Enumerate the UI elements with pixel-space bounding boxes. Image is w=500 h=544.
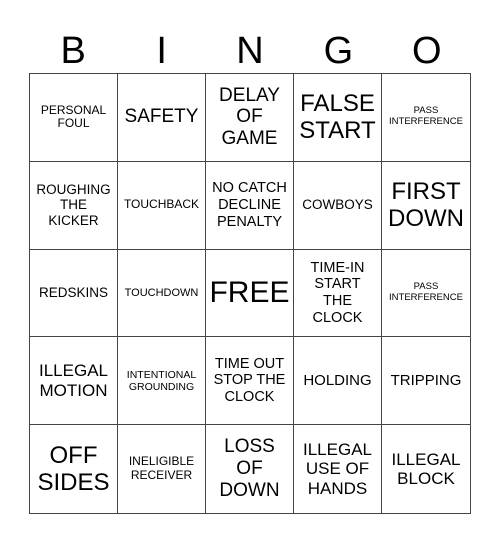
bingo-cell[interactable]: FIRST DOWN xyxy=(382,162,470,250)
bingo-cell[interactable]: ILLEGAL MOTION xyxy=(30,337,118,426)
bingo-cell[interactable]: DELAY OF GAME xyxy=(206,74,294,162)
header-letter-g: G xyxy=(323,30,354,72)
bingo-cell[interactable]: COWBOYS xyxy=(294,161,382,250)
bingo-header: B I N G O xyxy=(29,30,471,72)
bingo-cell[interactable]: ILLEGAL USE OF HANDS xyxy=(294,425,382,513)
bingo-cell[interactable]: TIME-IN START THE CLOCK xyxy=(294,249,382,338)
bingo-cell[interactable]: FREE xyxy=(206,249,294,338)
header-letter-b: B xyxy=(60,30,86,72)
bingo-cell[interactable]: PASS INTERFERENCE xyxy=(382,74,470,162)
bingo-cell[interactable]: TIME OUT STOP THE CLOCK xyxy=(206,337,294,426)
header-letter-i: I xyxy=(156,30,167,72)
bingo-cell[interactable]: TOUCHBACK xyxy=(118,161,206,250)
bingo-cell[interactable]: NO CATCH DECLINE PENALTY xyxy=(206,161,294,250)
bingo-cell[interactable]: ROUGHING THE KICKER xyxy=(30,161,118,250)
header-letter-o: O xyxy=(412,30,442,72)
bingo-cell[interactable]: INELIGIBLE RECEIVER xyxy=(118,425,206,513)
bingo-cell[interactable]: TOUCHDOWN xyxy=(118,249,206,338)
bingo-card: PERSONAL FOUL SAFETY DELAY OF GAME FALSE… xyxy=(29,73,471,514)
bingo-cell[interactable]: REDSKINS xyxy=(30,249,118,338)
bingo-cell[interactable]: PERSONAL FOUL xyxy=(30,74,118,162)
bingo-cell[interactable]: LOSS OF DOWN xyxy=(206,425,294,513)
bingo-cell[interactable]: INTENTIONAL GROUNDING xyxy=(118,337,206,426)
bingo-cell[interactable]: OFF SIDES xyxy=(30,425,118,513)
bingo-cell[interactable]: TRIPPING xyxy=(382,337,470,426)
bingo-cell[interactable]: ILLEGAL BLOCK xyxy=(382,425,470,513)
bingo-cell[interactable]: HOLDING xyxy=(294,337,382,426)
bingo-cell[interactable]: FALSE START xyxy=(294,74,382,162)
bingo-cell[interactable]: PASS INTERFERENCE xyxy=(382,250,470,338)
header-letter-n: N xyxy=(236,30,264,72)
bingo-cell[interactable]: SAFETY xyxy=(118,74,206,162)
